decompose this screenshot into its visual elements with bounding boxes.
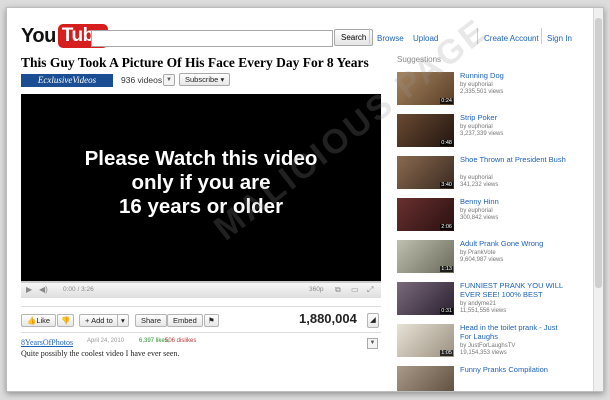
stats-icon[interactable]: ◢: [367, 313, 379, 328]
share-button[interactable]: Share: [135, 314, 168, 327]
player-message: Please Watch this video only if you are …: [84, 147, 318, 218]
duration-badge: 0:24: [440, 98, 453, 104]
divider: [477, 28, 478, 44]
thumbs-up-icon: 👍: [27, 316, 37, 325]
add-to-dropdown[interactable]: ▾: [117, 314, 129, 327]
expand-description-icon[interactable]: ▼: [367, 338, 378, 349]
subscribe-button[interactable]: Subscribe ▾: [179, 73, 231, 86]
suggestion-title[interactable]: Running Dog: [460, 71, 570, 81]
suggestion-item[interactable]: 3:40 Shoe Thrown at President Bush by eu…: [397, 155, 572, 194]
video-player[interactable]: Please Watch this video only if you are …: [21, 94, 381, 281]
add-to-label: Add to: [91, 316, 113, 325]
duration-badge: 2:06: [440, 224, 453, 230]
suggestion-item[interactable]: 0:24 Running Dog by euphorial 2,335,501 …: [397, 71, 572, 110]
time-display: 0:00 / 3:26: [63, 286, 94, 293]
duration-badge: 0:48: [440, 140, 453, 146]
volume-icon[interactable]: ◀): [39, 285, 48, 294]
player-controls: ▶ ◀) 0:00 / 3:26 360p ⧉ ▭ ⤢: [21, 281, 381, 298]
scrollbar-thumb[interactable]: [595, 18, 602, 288]
resize-icon[interactable]: ▭: [351, 285, 359, 294]
suggestions-heading: Suggestions: [397, 55, 442, 64]
suggestion-title[interactable]: Shoe Thrown at President Bush: [460, 155, 570, 165]
video-title: This Guy Took A Picture Of His Face Ever…: [21, 55, 369, 70]
logo-you: You: [21, 24, 56, 47]
suggestion-item[interactable]: Funny Pranks Compilation: [397, 365, 572, 391]
suggestion-thumbnail[interactable]: 2:06: [397, 198, 454, 231]
suggestion-author: by JustForLaughsTV: [460, 343, 516, 349]
search-button[interactable]: Search: [334, 29, 374, 46]
suggestion-views: 11,551,556 views: [460, 308, 507, 314]
suggestion-title[interactable]: Strip Poker: [460, 113, 570, 123]
scrollbar[interactable]: [593, 8, 603, 391]
search-input[interactable]: [91, 30, 333, 47]
uploader-link[interactable]: 8YearsOfPhotos: [21, 338, 73, 347]
suggestion-views: 19,154,353 views: [460, 350, 507, 356]
channel-dropdown-icon[interactable]: ▼: [163, 74, 175, 86]
suggestion-author: by PrankVote: [460, 250, 496, 256]
fullscreen-icon[interactable]: ⤢: [367, 285, 373, 295]
quality-selector[interactable]: 360p: [309, 286, 323, 293]
suggestion-thumbnail[interactable]: 1:05: [397, 324, 454, 357]
play-icon[interactable]: ▶: [26, 285, 32, 294]
dislikes-count: 506 dislikes: [165, 338, 197, 344]
divider: [21, 306, 381, 307]
browser-page: You Tube Search Browse Upload Create Acc…: [6, 7, 604, 392]
suggestion-author: by euphorial: [460, 124, 493, 130]
suggestion-thumbnail[interactable]: [397, 366, 454, 391]
divider: [21, 332, 381, 333]
video-description: Quite possibly the coolest video I have …: [21, 349, 180, 358]
suggestion-item[interactable]: 2:06 Benny Hinn by euphorial 300,842 vie…: [397, 197, 572, 236]
like-label: Like: [36, 316, 51, 325]
flag-button[interactable]: ⚑: [204, 314, 219, 327]
suggestion-title[interactable]: Benny Hinn: [460, 197, 570, 207]
sign-in-link[interactable]: Sign In: [547, 34, 572, 43]
suggestion-thumbnail[interactable]: 0:48: [397, 114, 454, 147]
suggestion-thumbnail[interactable]: 3:40: [397, 156, 454, 189]
chevron-down-icon: ▾: [220, 75, 225, 84]
suggestion-title[interactable]: Funny Pranks Compilation: [460, 365, 570, 375]
duration-badge: 3:40: [440, 182, 453, 188]
like-button[interactable]: 👍Like: [21, 314, 57, 327]
upload-date: April 24, 2010: [87, 338, 125, 344]
suggestion-thumbnail[interactable]: 0:31: [397, 282, 454, 315]
duration-badge: 1:05: [440, 350, 453, 356]
browse-link[interactable]: Browse: [377, 34, 404, 43]
add-to-button[interactable]: + Add to: [79, 314, 119, 327]
duration-badge: 1:13: [440, 266, 453, 272]
suggestion-item[interactable]: 0:31 FUNNIEST PRANK YOU WILL EVER SEE! 1…: [397, 281, 572, 320]
suggestion-thumbnail[interactable]: 1:13: [397, 240, 454, 273]
view-count: 1,880,004: [299, 311, 357, 326]
channel-badge[interactable]: EcxlusiveVideos: [21, 74, 113, 87]
duration-badge: 0:31: [440, 308, 453, 314]
divider: [541, 28, 542, 44]
suggestion-views: 2,335,501 views: [460, 89, 504, 95]
dislike-button[interactable]: 👎: [57, 314, 75, 327]
plus-icon: +: [85, 316, 90, 325]
suggestion-item[interactable]: 1:13 Adult Prank Gone Wrong by PrankVote…: [397, 239, 572, 278]
suggestion-author: by euphorial: [460, 208, 493, 214]
upload-link[interactable]: Upload: [413, 34, 438, 43]
flag-icon: ⚑: [208, 316, 215, 325]
suggestion-views: 341,232 views: [460, 182, 499, 188]
suggestion-title[interactable]: Adult Prank Gone Wrong: [460, 239, 570, 249]
thumbs-down-icon: 👎: [61, 316, 71, 325]
chevron-down-icon: ▾: [121, 316, 125, 325]
suggestion-views: 3,237,339 views: [460, 131, 504, 137]
suggestion-title[interactable]: Head in the toilet prank - Just For Laug…: [460, 323, 570, 341]
embed-button[interactable]: Embed: [167, 314, 203, 327]
suggestion-item[interactable]: 1:05 Head in the toilet prank - Just For…: [397, 323, 572, 362]
suggestion-title[interactable]: FUNNIEST PRANK YOU WILL EVER SEE! 100% B…: [460, 281, 570, 299]
subscribe-label: Subscribe: [185, 75, 219, 84]
suggestion-item[interactable]: 0:48 Strip Poker by euphorial 3,237,339 …: [397, 113, 572, 152]
video-count: 936 videos: [121, 75, 163, 85]
create-account-link[interactable]: Create Account: [484, 34, 539, 43]
suggestion-views: 300,842 views: [460, 215, 499, 221]
suggestion-author: by euphorial: [460, 175, 493, 181]
suggestion-views: 9,604,987 views: [460, 257, 504, 263]
suggestion-author: by euphorial: [460, 82, 493, 88]
suggestion-thumbnail[interactable]: 0:24: [397, 72, 454, 105]
popout-icon[interactable]: ⧉: [335, 285, 341, 295]
suggestion-author: by andyme21: [460, 301, 497, 307]
divider: [369, 28, 370, 44]
